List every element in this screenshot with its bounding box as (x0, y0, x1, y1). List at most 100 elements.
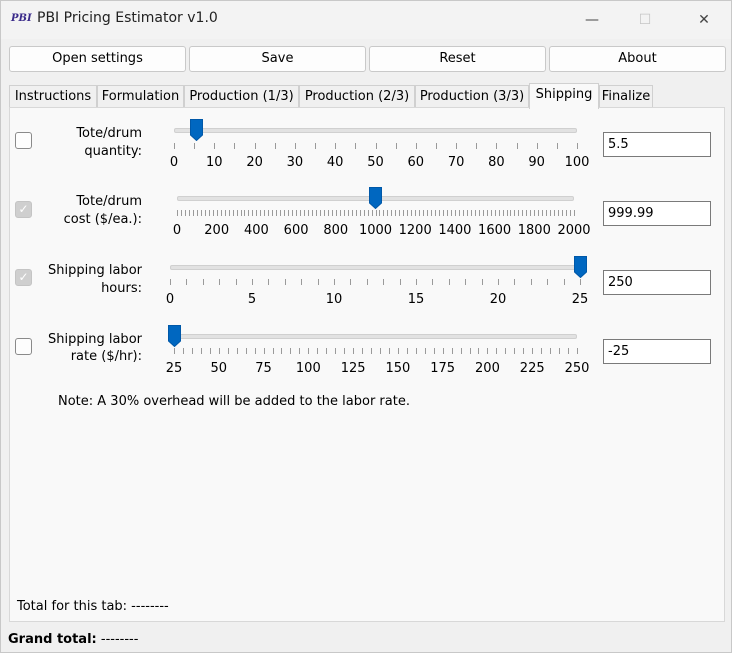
row-2-value-input[interactable]: 999.99 (603, 201, 711, 226)
slider-tick-mark (416, 143, 417, 149)
tab-shipping[interactable]: Shipping (529, 83, 599, 109)
row-4-slider-track[interactable] (174, 334, 577, 339)
tab-production-1[interactable]: Production (1/3) (184, 85, 299, 109)
slider-tick-mark (221, 210, 222, 216)
slider-tick-mark (505, 348, 506, 354)
row-1-slider-ticks (174, 143, 578, 151)
slider-tick-mark (482, 279, 483, 285)
row-1-slider-track[interactable] (174, 128, 577, 133)
slider-tick-mark (434, 348, 435, 354)
slider-tick-mark (395, 210, 396, 216)
slider-tick-mark (194, 143, 195, 149)
title-bar[interactable]: PBI PBI Pricing Estimator v1.0 — ☐ ✕ (1, 1, 731, 39)
slider-tick-mark (396, 143, 397, 149)
slider-tick-mark (299, 348, 300, 354)
save-button[interactable]: Save (189, 46, 366, 72)
slider-tick-mark (209, 210, 210, 216)
slider-tick-label: 25 (571, 292, 589, 307)
row-2-label-line2: cost ($/ea.): (63, 212, 142, 227)
row-2-slider-thumb[interactable] (368, 187, 382, 209)
slider-tick-mark (290, 348, 291, 354)
slider-tick-mark (252, 210, 253, 216)
slider-tick-mark (275, 143, 276, 149)
slider-tick-mark (344, 348, 345, 354)
row-3-slider-tick-labels: 0 5 10 15 20 25 (166, 292, 588, 308)
slider-tick-label: 0 (172, 223, 182, 238)
slider-tick-mark (554, 210, 555, 216)
row-2-checkbox[interactable]: ✓ (15, 201, 32, 218)
slider-tick-mark (177, 210, 178, 216)
row-3-slider-ticks (170, 279, 581, 287)
row-3-label-line2: hours: (101, 281, 142, 296)
slider-tick-mark (376, 210, 377, 216)
slider-tick-mark (326, 348, 327, 354)
slider-tick-mark (558, 210, 559, 216)
slider-tick-mark (546, 210, 547, 216)
slider-tick-mark (252, 279, 253, 285)
close-icon[interactable]: ✕ (681, 1, 727, 39)
slider-tick-mark (234, 143, 235, 149)
reset-button[interactable]: Reset (369, 46, 546, 72)
slider-tick-mark (335, 348, 336, 354)
slider-tick-mark (340, 210, 341, 216)
slider-tick-mark (328, 210, 329, 216)
row-1-value-input[interactable]: 5.5 (603, 132, 711, 157)
slider-tick-label: 200 (204, 223, 230, 238)
slider-tick-mark (236, 279, 237, 285)
tab-production-2[interactable]: Production (2/3) (299, 85, 415, 109)
slider-tick-mark (383, 210, 384, 216)
slider-tick-mark (237, 348, 238, 354)
slider-tick-mark (423, 210, 424, 216)
slider-tick-mark (281, 348, 282, 354)
slider-tick-mark (514, 279, 515, 285)
tab-finalize[interactable]: Finalize (599, 85, 653, 109)
row-4-checkbox[interactable] (15, 338, 32, 355)
row-1-slider-thumb[interactable] (189, 119, 203, 141)
slider-tick-label: 200 (475, 361, 500, 376)
row-4-value-input[interactable]: -25 (603, 339, 711, 364)
open-settings-button[interactable]: Open settings (9, 46, 186, 72)
slider-tick-label: 10 (206, 155, 223, 170)
tab-formulation[interactable]: Formulation (97, 85, 184, 109)
slider-tick-label: 0 (165, 292, 175, 307)
slider-tick-mark (574, 210, 575, 216)
maximize-icon[interactable]: ☐ (622, 1, 668, 39)
slider-tick-mark (487, 210, 488, 216)
row-3-slider-track[interactable] (170, 265, 580, 270)
grand-total: Grand total: -------- (8, 632, 138, 647)
about-button[interactable]: About (549, 46, 726, 72)
row-1-checkbox[interactable] (15, 132, 32, 149)
row-1-label-line1: Tote/drum (76, 126, 142, 141)
row-3-checkbox[interactable]: ✓ (15, 269, 32, 286)
slider-tick-mark (185, 210, 186, 216)
tab-production-3[interactable]: Production (3/3) (415, 85, 529, 109)
slider-tick-mark (431, 210, 432, 216)
slider-tick-mark (547, 279, 548, 285)
slider-tick-mark (332, 210, 333, 216)
slider-tick-mark (470, 348, 471, 354)
row-3-slider-thumb[interactable] (573, 256, 587, 278)
slider-tick-mark (181, 210, 182, 216)
tab-instructions[interactable]: Instructions (9, 85, 97, 109)
slider-tick-label: 50 (367, 155, 384, 170)
slider-tick-mark (348, 210, 349, 216)
slider-tick-mark (186, 279, 187, 285)
slider-tick-mark (189, 210, 190, 216)
row-3-value-input[interactable]: 250 (603, 270, 711, 295)
slider-tick-mark (455, 210, 456, 216)
slider-tick-mark (320, 210, 321, 216)
row-4-slider-thumb[interactable] (167, 325, 181, 347)
slider-tick-mark (241, 210, 242, 216)
slider-tick-mark (371, 348, 372, 354)
slider-tick-mark (214, 143, 215, 149)
minimize-icon[interactable]: — (569, 1, 615, 39)
slider-tick-label: 1200 (398, 223, 432, 238)
slider-tick-label: 10 (325, 292, 343, 307)
slider-tick-mark (296, 210, 297, 216)
slider-tick-mark (368, 210, 369, 216)
slider-tick-label: 25 (165, 361, 183, 376)
slider-tick-mark (380, 348, 381, 354)
slider-tick-mark (272, 210, 273, 216)
slider-tick-mark (248, 210, 249, 216)
slider-tick-mark (487, 348, 488, 354)
